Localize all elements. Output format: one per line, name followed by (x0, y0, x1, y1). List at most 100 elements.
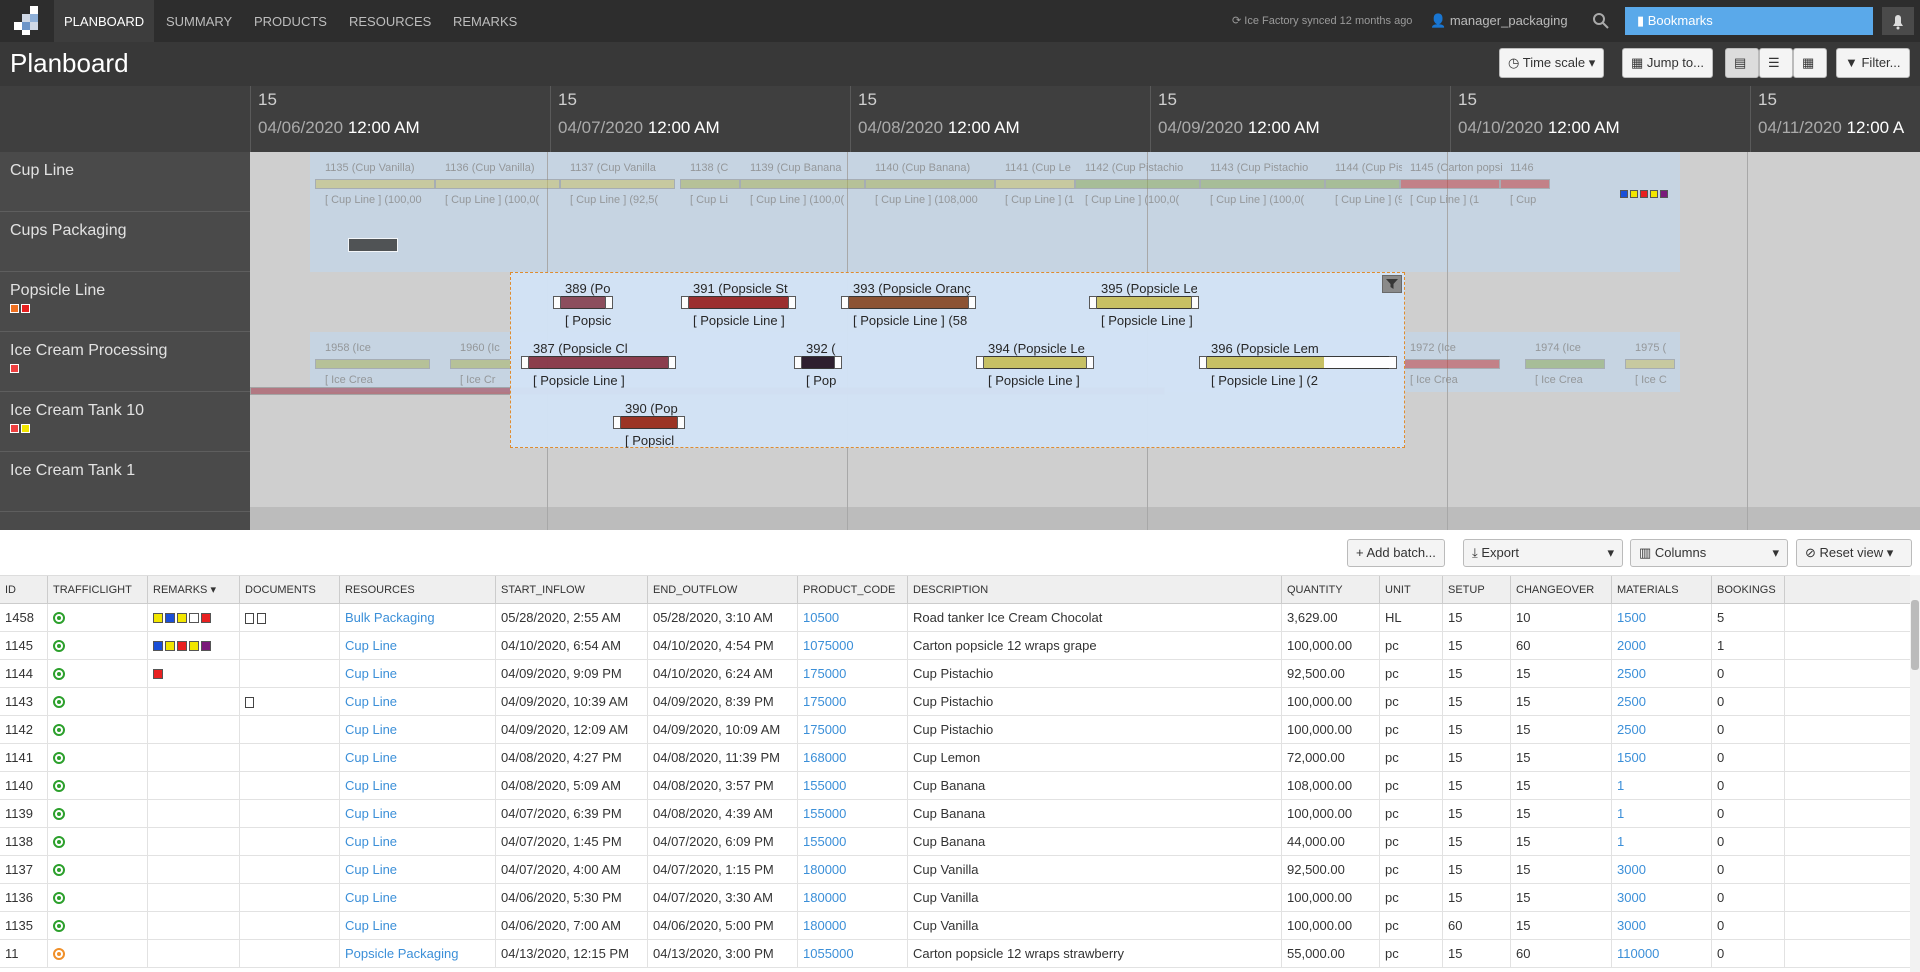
batch-bar[interactable] (865, 179, 995, 189)
table-cell-code[interactable]: 168000 (798, 744, 908, 772)
batch-bar[interactable] (841, 296, 976, 309)
batch-bar[interactable] (435, 179, 560, 189)
nav-tab-resources[interactable]: RESOURCES (339, 0, 441, 42)
resource-row-cups-packaging[interactable]: Cups Packaging (0, 212, 250, 272)
view-list-button[interactable]: ☰ (1759, 48, 1793, 78)
table-row[interactable]: 1137 Cup Line 04/07/2020, 4:00 AM 04/07/202… (0, 856, 1910, 884)
notifications-button[interactable] (1882, 7, 1914, 35)
table-row[interactable]: 1138 Cup Line 04/07/2020, 1:45 PM 04/07/202… (0, 828, 1910, 856)
drag-handle[interactable] (834, 356, 842, 369)
batch-bar[interactable] (681, 296, 796, 309)
drag-handle[interactable] (521, 356, 529, 369)
column-header[interactable]: START_INFLOW (496, 576, 648, 605)
timeline-header[interactable]: 15 04/06/2020 12:00 AM 15 04/07/2020 12:00… (250, 86, 1920, 152)
column-header[interactable]: UNIT (1380, 576, 1443, 605)
table-row[interactable]: 1142 Cup Line 04/09/2020, 12:09 AM 04/09/20… (0, 716, 1910, 744)
column-header[interactable]: DESCRIPTION (908, 576, 1282, 605)
batch-bar[interactable] (1500, 179, 1550, 189)
view-table-button[interactable]: ▦ (1793, 48, 1827, 78)
resource-row-popsicle-line[interactable]: Popsicle Line (0, 272, 250, 332)
document-icon[interactable] (245, 697, 254, 708)
drag-handle[interactable] (788, 296, 796, 309)
table-cell-resource[interactable]: Cup Line (340, 632, 496, 660)
table-cell-mat[interactable]: 1 (1612, 828, 1712, 856)
drag-handle[interactable] (1086, 356, 1094, 369)
drag-handle[interactable] (668, 356, 676, 369)
table-cell-code[interactable]: 1075000 (798, 632, 908, 660)
table-cell-code[interactable]: 175000 (798, 688, 908, 716)
table-cell-code[interactable]: 1055000 (798, 940, 908, 968)
add-batch-button[interactable]: + Add batch... (1347, 539, 1445, 567)
table-cell-mat[interactable]: 2000 (1612, 632, 1712, 660)
table-cell-resource[interactable]: Cup Line (340, 800, 496, 828)
table-cell-mat[interactable]: 1 (1612, 800, 1712, 828)
column-header[interactable]: REMARKS ▾ (148, 576, 240, 605)
table-row[interactable]: 1141 Cup Line 04/08/2020, 4:27 PM 04/08/202… (0, 744, 1910, 772)
drag-handle[interactable] (605, 296, 613, 309)
column-header[interactable]: SETUP (1443, 576, 1511, 605)
batch-bar[interactable] (553, 296, 613, 309)
column-header[interactable]: BOOKINGS (1712, 576, 1785, 605)
batch-bar[interactable] (1075, 179, 1200, 189)
table-cell-resource[interactable]: Cup Line (340, 884, 496, 912)
table-cell-mat[interactable]: 1 (1612, 772, 1712, 800)
table-cell-mat[interactable]: 1500 (1612, 604, 1712, 632)
document-icon[interactable] (245, 613, 254, 624)
filter-icon[interactable] (1382, 275, 1402, 293)
batch-bar[interactable] (560, 179, 675, 189)
scroll-track[interactable] (250, 507, 1920, 530)
drag-handle[interactable] (1191, 296, 1199, 309)
view-planboard-button[interactable]: ▤ (1725, 48, 1759, 78)
resource-row-ice-cream-tank-1[interactable]: Ice Cream Tank 1 (0, 452, 250, 512)
nav-tab-summary[interactable]: SUMMARY (156, 0, 242, 42)
table-cell-code[interactable]: 175000 (798, 716, 908, 744)
drag-handle[interactable] (553, 296, 561, 309)
resource-row-cup-line[interactable]: Cup Line (0, 152, 250, 212)
column-header[interactable]: CHANGEOVER (1511, 576, 1612, 605)
batch-bar[interactable] (1325, 179, 1400, 189)
table-cell-code[interactable]: 180000 (798, 884, 908, 912)
table-cell-mat[interactable]: 3000 (1612, 912, 1712, 940)
bookmarks-button[interactable]: ▮ Bookmarks (1625, 7, 1873, 35)
filter-button[interactable]: ▼ Filter... (1836, 48, 1910, 78)
batch-bar[interactable] (1200, 179, 1325, 189)
resource-row-ice-cream-processing[interactable]: Ice Cream Processing (0, 332, 250, 392)
batch-bar[interactable] (348, 238, 398, 252)
drag-handle[interactable] (613, 416, 621, 429)
user-menu[interactable]: 👤 manager_packaging (1430, 0, 1568, 42)
batch-bar[interactable] (521, 356, 676, 369)
batch-bar[interactable] (794, 356, 842, 369)
drag-handle[interactable] (976, 356, 984, 369)
table-cell-code[interactable]: 155000 (798, 800, 908, 828)
batch-bar[interactable] (740, 179, 865, 189)
table-cell-resource[interactable]: Popsicle Packaging (340, 940, 496, 968)
table-cell-mat[interactable]: 3000 (1612, 884, 1712, 912)
table-cell-code[interactable]: 155000 (798, 828, 908, 856)
resource-row-ice-cream-tank-10[interactable]: Ice Cream Tank 10 (0, 392, 250, 452)
batch-bar[interactable] (1400, 359, 1500, 369)
drag-handle[interactable] (1089, 296, 1097, 309)
drag-handle[interactable] (677, 416, 685, 429)
column-header[interactable]: TRAFFICLIGHT (48, 576, 148, 605)
table-cell-resource[interactable]: Cup Line (340, 856, 496, 884)
table-cell-mat[interactable]: 110000 (1612, 940, 1712, 968)
column-header[interactable]: END_OUTFLOW (648, 576, 798, 605)
batch-bar[interactable] (680, 179, 740, 189)
table-row[interactable]: 1144 Cup Line 04/09/2020, 9:09 PM 04/10/202… (0, 660, 1910, 688)
table-cell-code[interactable]: 175000 (798, 660, 908, 688)
batch-bar[interactable] (1400, 179, 1500, 189)
drag-handle[interactable] (794, 356, 802, 369)
jump-to-button[interactable]: ▦ Jump to... (1622, 48, 1713, 78)
table-row[interactable]: 11 Popsicle Packaging 04/13/2020, 12:15 PM… (0, 940, 1910, 968)
table-cell-resource[interactable]: Cup Line (340, 912, 496, 940)
table-row[interactable]: 1143 Cup Line 04/09/2020, 10:39 AM 04/09/20… (0, 688, 1910, 716)
column-header[interactable]: QUANTITY (1282, 576, 1380, 605)
batch-bar[interactable] (315, 359, 430, 369)
table-cell-resource[interactable]: Cup Line (340, 660, 496, 688)
batch-bar[interactable] (315, 179, 435, 189)
table-cell-code[interactable]: 155000 (798, 772, 908, 800)
table-scroll-thumb[interactable] (1911, 600, 1919, 670)
table-cell-mat[interactable]: 2500 (1612, 660, 1712, 688)
table-row[interactable]: 1140 Cup Line 04/08/2020, 5:09 AM 04/08/202… (0, 772, 1910, 800)
batch-bar[interactable] (995, 179, 1075, 189)
